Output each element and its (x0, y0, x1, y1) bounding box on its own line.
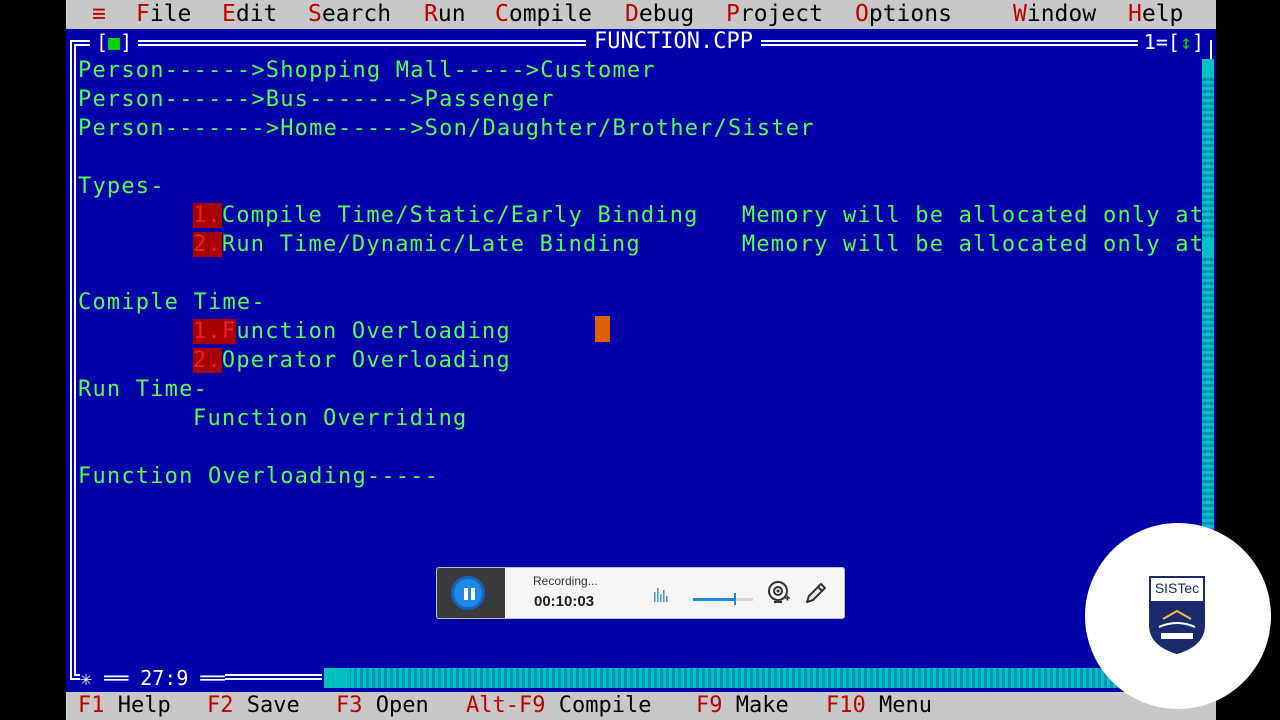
code-line: Run Time- (78, 377, 209, 402)
pen-icon[interactable] (803, 580, 829, 606)
window-title: FUNCTION.CPP (586, 29, 761, 57)
sistec-logo: SISTec (1085, 523, 1271, 709)
code-line: 2.Run Time/Dynamic/Late Binding Memory w… (193, 232, 1202, 257)
menu-run[interactable]: Run (424, 0, 466, 29)
scroll-up-arrow-icon[interactable] (1202, 59, 1214, 77)
menu-window[interactable]: Window (1013, 0, 1096, 29)
function-key-bar: F1 Help F2 Save F3 Open Alt-F9 Compile F… (66, 692, 1216, 720)
fkey-open[interactable]: F3 Open (336, 692, 429, 720)
resize-handle-icon[interactable]: ✳ ══ (80, 666, 140, 690)
fkey-make[interactable]: F9 Make (696, 692, 789, 720)
code-line: 1.Compile Time/Static/Early Binding Memo… (193, 203, 1202, 228)
audio-level-icon[interactable] (653, 584, 671, 604)
cursor-position: ✳ ══ 27:9 ══ (80, 666, 225, 690)
logo-text: SISTec (1154, 580, 1200, 596)
fkey-help[interactable]: F1 Help (78, 692, 171, 720)
window-number: 1=[↕] (1137, 30, 1210, 54)
list-number: 1.F (193, 319, 237, 344)
recording-status: Recording... (533, 574, 598, 588)
webcam-icon[interactable] (767, 580, 791, 606)
list-number: 2. (193, 348, 222, 373)
code-line: 1.Function Overloading (193, 319, 511, 344)
menu-edit[interactable]: Edit (222, 0, 277, 29)
fkey-menu[interactable]: F10 Menu (826, 692, 932, 720)
list-number: 1. (193, 203, 222, 228)
volume-slider[interactable] (693, 593, 753, 605)
code-line: Types- (78, 174, 165, 199)
code-line: Person------>Bus------->Passenger (78, 87, 555, 112)
code-line: Function Overriding (193, 406, 468, 431)
menu-help[interactable]: Help (1128, 0, 1183, 29)
volume-level (693, 598, 735, 601)
vertical-scroll-thumb[interactable] (1202, 239, 1214, 255)
menu-project[interactable]: Project (726, 0, 823, 29)
text-cursor (595, 316, 610, 342)
menu-file[interactable]: File (136, 0, 191, 29)
menu-search[interactable]: Search (308, 0, 391, 29)
system-menu-icon[interactable]: ≡ (92, 0, 106, 29)
volume-knob[interactable] (734, 593, 736, 605)
list-number: 2. (193, 232, 222, 257)
code-line: Person------>Shopping Mall----->Customer (78, 58, 656, 83)
menu-compile[interactable]: Compile (495, 0, 592, 29)
menu-options[interactable]: Options (855, 0, 952, 29)
pause-icon[interactable] (451, 576, 485, 610)
horizontal-scroll-thumb[interactable] (324, 668, 350, 688)
menu-debug[interactable]: Debug (625, 0, 694, 29)
code-line: 2.Operator Overloading (193, 348, 511, 373)
frame-left-inner (74, 44, 76, 676)
recording-timer: 00:10:03 (534, 593, 595, 610)
window-close-box[interactable]: [■] (90, 30, 139, 54)
zoom-icon[interactable]: ↕ (1180, 30, 1192, 54)
fkey-save[interactable]: F2 Save (207, 692, 300, 720)
recorder-toolbar: Recording... 00:10:03 (437, 568, 844, 618)
recorder-control-area (437, 568, 505, 618)
code-line: Comiple Time- (78, 290, 266, 315)
horizontal-scrollbar[interactable] (324, 668, 1214, 688)
code-line: Function Overloading----- (78, 464, 440, 489)
fkey-compile[interactable]: Alt-F9 Compile (466, 692, 651, 720)
code-line: Person------->Home----->Son/Daughter/Bro… (78, 116, 815, 141)
close-icon[interactable]: ■ (108, 30, 120, 54)
menu-bar: ≡ File Edit Search Run Compile Debug Pro… (66, 0, 1216, 29)
frame-left-outer (70, 40, 72, 680)
